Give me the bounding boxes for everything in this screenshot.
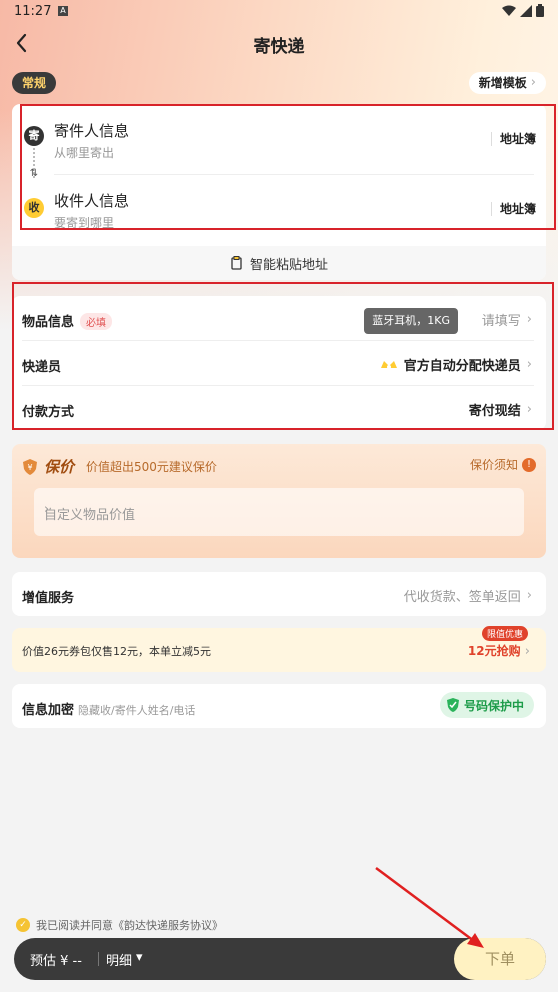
receiver-address-book-button[interactable]: 地址簿 (490, 202, 536, 216)
bottom-divider (98, 952, 99, 966)
encryption-row[interactable]: 信息加密 隐藏收/寄件人姓名/电话 号码保护中 (12, 684, 546, 728)
battery-icon (536, 4, 544, 17)
promo-text: 价值26元券包仅售12元，本单立减5元 (22, 645, 211, 658)
value-added-label: 增值服务 (22, 591, 75, 606)
value-added-value: 代收货款、签单返回 › (403, 588, 532, 605)
caret-down-icon: ▾ (136, 950, 143, 965)
address-divider (54, 174, 534, 175)
price-estimate: 预估 ¥ -- (30, 954, 82, 969)
sender-title: 寄件人信息 (54, 122, 130, 140)
detail-button[interactable]: 明细 ▾ (106, 950, 143, 969)
payment-value: 寄付现结 › (468, 402, 532, 419)
sender-badge-icon: 寄 (24, 126, 44, 146)
courier-value: 官方自动分配快递员 › (380, 355, 532, 374)
insurance-title: 保价 (44, 458, 75, 476)
agreement-checkbox[interactable]: ✓ 我已阅读并同意《韵达快递服务协议》 (16, 917, 223, 933)
promo-buy-button[interactable]: 12元抢购 › (468, 642, 530, 659)
insurance-card: ¥ 保价 价值超出500元建议保价 保价须知 ! 自定义物品价值 › (12, 444, 546, 558)
item-info-value: 请填写 › (481, 312, 532, 329)
smart-paste-button[interactable]: 智能粘贴地址 (12, 246, 546, 280)
status-time: 11:27 (14, 4, 52, 19)
receiver-title: 收件人信息 (54, 192, 130, 210)
sender-subtitle: 从哪里寄出 (54, 146, 115, 160)
chevron-right-icon: › (526, 312, 532, 327)
page-title: 寄快递 (253, 37, 305, 57)
svg-text:¥: ¥ (27, 463, 32, 472)
chevron-right-icon: › (526, 357, 532, 372)
shield-check-icon (446, 698, 459, 712)
item-value-input[interactable]: 自定义物品价值 › (34, 488, 524, 536)
item-info-label: 物品信息 必填 (22, 311, 113, 330)
place-order-button[interactable]: 下单 (454, 938, 546, 980)
sender-address-book-button[interactable]: 地址簿 (490, 132, 536, 146)
courier-label: 快递员 (22, 360, 62, 375)
promo-banner[interactable]: 价值26元券包仅售12元，本单立减5元 限值优惠 12元抢购 › (12, 626, 546, 672)
value-added-row[interactable]: 增值服务 代收货款、签单返回 › (12, 572, 546, 616)
new-template-label: 新增模板 (478, 76, 527, 90)
shield-icon: ¥ (23, 458, 37, 475)
chevron-right-icon: › (526, 588, 532, 603)
status-icons (502, 4, 544, 17)
payment-label: 付款方式 (22, 405, 75, 420)
courier-row[interactable]: 快递员 官方自动分配快递员 › (12, 341, 546, 385)
wifi-icon (502, 5, 516, 16)
sender-row[interactable]: 寄 寄件人信息 从哪里寄出 地址簿 (12, 104, 546, 172)
receiver-subtitle: 要寄到哪里 (54, 216, 115, 230)
checkmark-icon: ✓ (16, 918, 30, 932)
promo-limit-badge: 限值优惠 (481, 626, 528, 641)
payment-row[interactable]: 付款方式 寄付现结 › (12, 386, 546, 430)
item-tooltip: 蓝牙耳机，1KG (364, 308, 458, 334)
encryption-label: 信息加密 隐藏收/寄件人姓名/电话 (22, 703, 196, 718)
agreement-text: 我已阅读并同意《韵达快递服务协议》 (36, 919, 223, 932)
bottom-bar: 预估 ¥ -- 明细 ▾ 下单 (14, 938, 546, 980)
template-chip[interactable]: 常规 (12, 72, 57, 94)
item-info-row[interactable]: 物品信息 必填 蓝牙耳机，1KG 请填写 › (12, 296, 546, 340)
smart-paste-label: 智能粘贴地址 (249, 257, 328, 273)
nav-bar: 寄快递 (0, 26, 558, 60)
shipment-info-card: 物品信息 必填 蓝牙耳机，1KG 请填写 › 快递员 官方自动分配快递员 › 付款方式… (12, 296, 546, 430)
signal-icon (520, 4, 532, 17)
insurance-desc: 价值超出500元建议保价 (86, 460, 217, 474)
status-bar: 11:27 A (0, 0, 558, 24)
new-template-button[interactable]: 新增模板 › (468, 72, 546, 94)
required-tag: 必填 (80, 313, 113, 330)
notification-icon: A (58, 6, 68, 16)
number-protection-toggle[interactable]: 号码保护中 (439, 692, 534, 718)
insurance-notice-link[interactable]: 保价须知 ! (470, 456, 536, 473)
courier-crown-icon (380, 360, 397, 369)
receiver-row[interactable]: 收 收件人信息 要寄到哪里 地址簿 (12, 176, 546, 244)
encryption-sub: 隐藏收/寄件人姓名/电话 (78, 704, 196, 717)
clipboard-icon (231, 256, 242, 270)
chevron-right-icon: › (530, 75, 536, 90)
chevron-right-icon: › (44, 502, 50, 517)
info-icon: ! (522, 457, 536, 472)
insurance-header: ¥ 保价 价值超出500元建议保价 (22, 456, 217, 477)
chevron-right-icon: › (526, 402, 532, 417)
receiver-badge-icon: 收 (24, 198, 44, 218)
